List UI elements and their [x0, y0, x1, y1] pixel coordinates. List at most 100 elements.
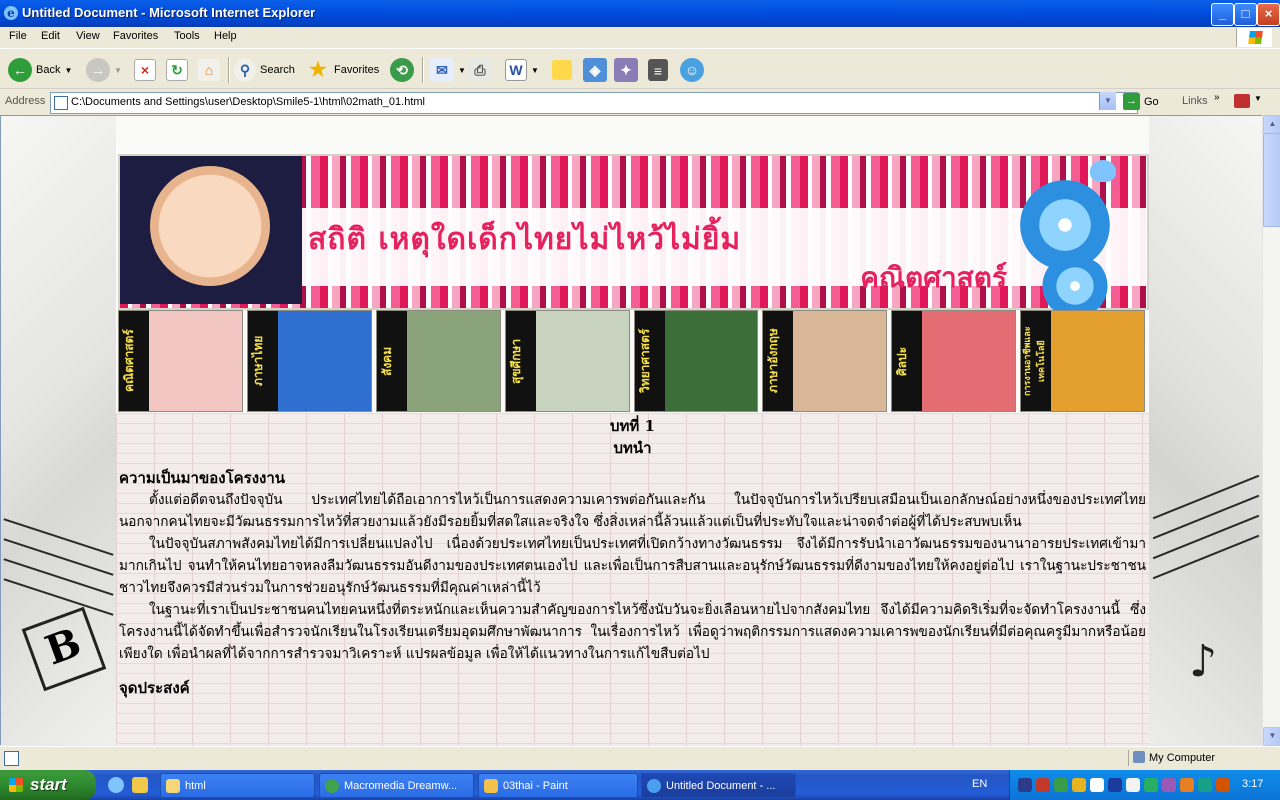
tray-icon[interactable]: [1036, 778, 1050, 792]
chevron-right-icon[interactable]: »: [1214, 92, 1220, 103]
subject-english[interactable]: ภาษาอังกฤษ: [762, 310, 888, 412]
taskbar: start html Macromedia Dreamw... 03thai -…: [0, 770, 1280, 800]
taskbar-dreamweaver[interactable]: Macromedia Dreamw...: [319, 773, 474, 798]
paragraph: ในฐานะที่เราเป็นประชาชนคนไทยคนหนึ่งที่ตร…: [119, 602, 1146, 662]
subject-label: วิทยาศาสตร์: [634, 311, 665, 411]
banner-headline: สถิติ เหตุใดเด็กไทยไม่ไหว้ไม่ยิ้ม: [308, 222, 742, 257]
tools-button[interactable]: ✦: [614, 55, 638, 85]
clock: 3:17: [1242, 778, 1264, 790]
child-face: [150, 166, 270, 286]
subject-label: ภาษาไทย: [247, 311, 278, 411]
zone-cell: My Computer: [1128, 750, 1280, 766]
minimize-button[interactable]: _: [1211, 3, 1234, 26]
title-bar[interactable]: e Untitled Document - Microsoft Internet…: [0, 0, 1280, 27]
tray-icon[interactable]: [1054, 778, 1068, 792]
print-icon: ⎙: [468, 58, 492, 82]
toolbar-addon-icon[interactable]: [1234, 94, 1250, 108]
tray-icon[interactable]: [1072, 778, 1086, 792]
ie-quicklaunch-icon[interactable]: [108, 777, 124, 793]
subject-science[interactable]: วิทยาศาสตร์: [633, 310, 759, 412]
vertical-scrollbar[interactable]: ▲ ▼: [1262, 115, 1280, 746]
refresh-icon: ↻: [166, 59, 188, 81]
favorites-button[interactable]: ★ Favorites: [306, 55, 379, 85]
menu-view[interactable]: View: [76, 30, 100, 42]
stop-button[interactable]: ×: [134, 55, 156, 85]
scroll-down-icon[interactable]: ▼: [1263, 727, 1280, 746]
menu-help[interactable]: Help: [214, 30, 237, 42]
tray-icon[interactable]: [1144, 778, 1158, 792]
refresh-button[interactable]: ↻: [166, 55, 188, 85]
subject-math[interactable]: คณิตศาสตร์: [118, 310, 243, 412]
subject-career-tech[interactable]: การงานอาชีพและเทคโนโลยี: [1020, 310, 1145, 412]
tray-icon[interactable]: [1090, 778, 1104, 792]
start-button[interactable]: start: [0, 770, 96, 800]
menu-favorites[interactable]: Favorites: [113, 30, 158, 42]
chapter-title: บทนำ: [613, 439, 652, 457]
close-button[interactable]: ×: [1257, 3, 1280, 26]
header-banner: สถิติ เหตุใดเด็กไทยไม่ไหว้ไม่ยิ้ม คณิตศา…: [118, 154, 1149, 316]
tools-icon: ✦: [614, 58, 638, 82]
child-photo: [120, 156, 302, 304]
messenger-button[interactable]: ☺: [680, 55, 704, 85]
article-panel: บทที่ 1 บทนำ ความเป็นมาของโครงงาน ตั้งแต…: [116, 413, 1149, 745]
staff-line: [1152, 494, 1260, 540]
address-label: Address: [5, 95, 46, 107]
search-button[interactable]: ⚲ Search: [234, 55, 295, 85]
menu-tools[interactable]: Tools: [174, 30, 200, 42]
discuss-button[interactable]: [552, 55, 572, 85]
quicklaunch-icon[interactable]: [132, 777, 148, 793]
address-dropdown-icon[interactable]: ▼: [1099, 92, 1116, 110]
subject-thai[interactable]: ภาษาไทย: [246, 310, 372, 412]
forward-arrow-icon: →: [86, 58, 110, 82]
tray-icon[interactable]: [1162, 778, 1176, 792]
window-title: Untitled Document - Microsoft Internet E…: [22, 5, 316, 20]
go-button[interactable]: → Go: [1123, 93, 1159, 110]
maximize-button[interactable]: □: [1234, 3, 1257, 26]
menu-edit[interactable]: Edit: [41, 30, 60, 42]
go-arrow-icon: →: [1123, 93, 1140, 110]
links-label[interactable]: Links: [1182, 95, 1208, 107]
scroll-up-icon[interactable]: ▲: [1263, 115, 1280, 134]
key-b-icon: B: [21, 606, 107, 692]
tray-icon[interactable]: [1198, 778, 1212, 792]
paragraph: ในปัจจุบันสภาพสังคมไทยได้มีการเปลี่ยนแปล…: [119, 536, 1146, 596]
scroll-thumb[interactable]: [1263, 133, 1280, 227]
home-button[interactable]: ⌂: [198, 55, 220, 85]
taskbar-paint[interactable]: 03thai - Paint: [478, 773, 638, 798]
taskbar-ie[interactable]: Untitled Document - ...: [641, 773, 796, 798]
subject-label: สังคม: [376, 311, 407, 411]
print-button[interactable]: ⎙: [468, 55, 492, 85]
dropdown-arrow-icon[interactable]: ▼: [1254, 94, 1262, 103]
forward-button[interactable]: → ▼: [86, 55, 122, 85]
archive-button[interactable]: ≡: [648, 55, 668, 85]
research-button[interactable]: ◈: [583, 55, 607, 85]
tray-icon[interactable]: [1018, 778, 1032, 792]
back-arrow-icon: ←: [8, 58, 32, 82]
page-icon: [54, 96, 68, 110]
dropdown-arrow-icon: ▼: [458, 65, 466, 75]
back-button[interactable]: ← Back ▼: [8, 55, 72, 85]
language-indicator[interactable]: EN: [972, 778, 987, 790]
menu-file[interactable]: File: [9, 30, 27, 42]
mail-icon: ✉: [430, 58, 454, 82]
subject-health[interactable]: สุขศึกษา: [504, 310, 630, 412]
subject-social[interactable]: สังคม: [375, 310, 501, 412]
tray-icon[interactable]: [1216, 778, 1230, 792]
messenger-icon: ☺: [680, 58, 704, 82]
tray-icon[interactable]: [1108, 778, 1122, 792]
status-bar: My Computer: [0, 746, 1280, 768]
address-input[interactable]: C:\Documents and Settings\user\Desktop\S…: [50, 92, 1138, 114]
tray-icon[interactable]: [1180, 778, 1194, 792]
subject-label: คณิตศาสตร์: [119, 311, 149, 411]
tray-icon[interactable]: [1126, 778, 1140, 792]
dropdown-arrow-icon: ▼: [64, 65, 73, 75]
staff-line: [3, 558, 114, 596]
history-button[interactable]: ⟲: [390, 55, 414, 85]
taskbar-html[interactable]: html: [160, 773, 315, 798]
staff-line: [1152, 514, 1260, 560]
edit-button[interactable]: W ▼: [505, 55, 539, 85]
mail-button[interactable]: ✉ ▼: [430, 55, 466, 85]
subject-art[interactable]: ศิลปะ: [891, 310, 1017, 412]
staff-line: [1152, 534, 1260, 580]
research-icon: ◈: [583, 58, 607, 82]
